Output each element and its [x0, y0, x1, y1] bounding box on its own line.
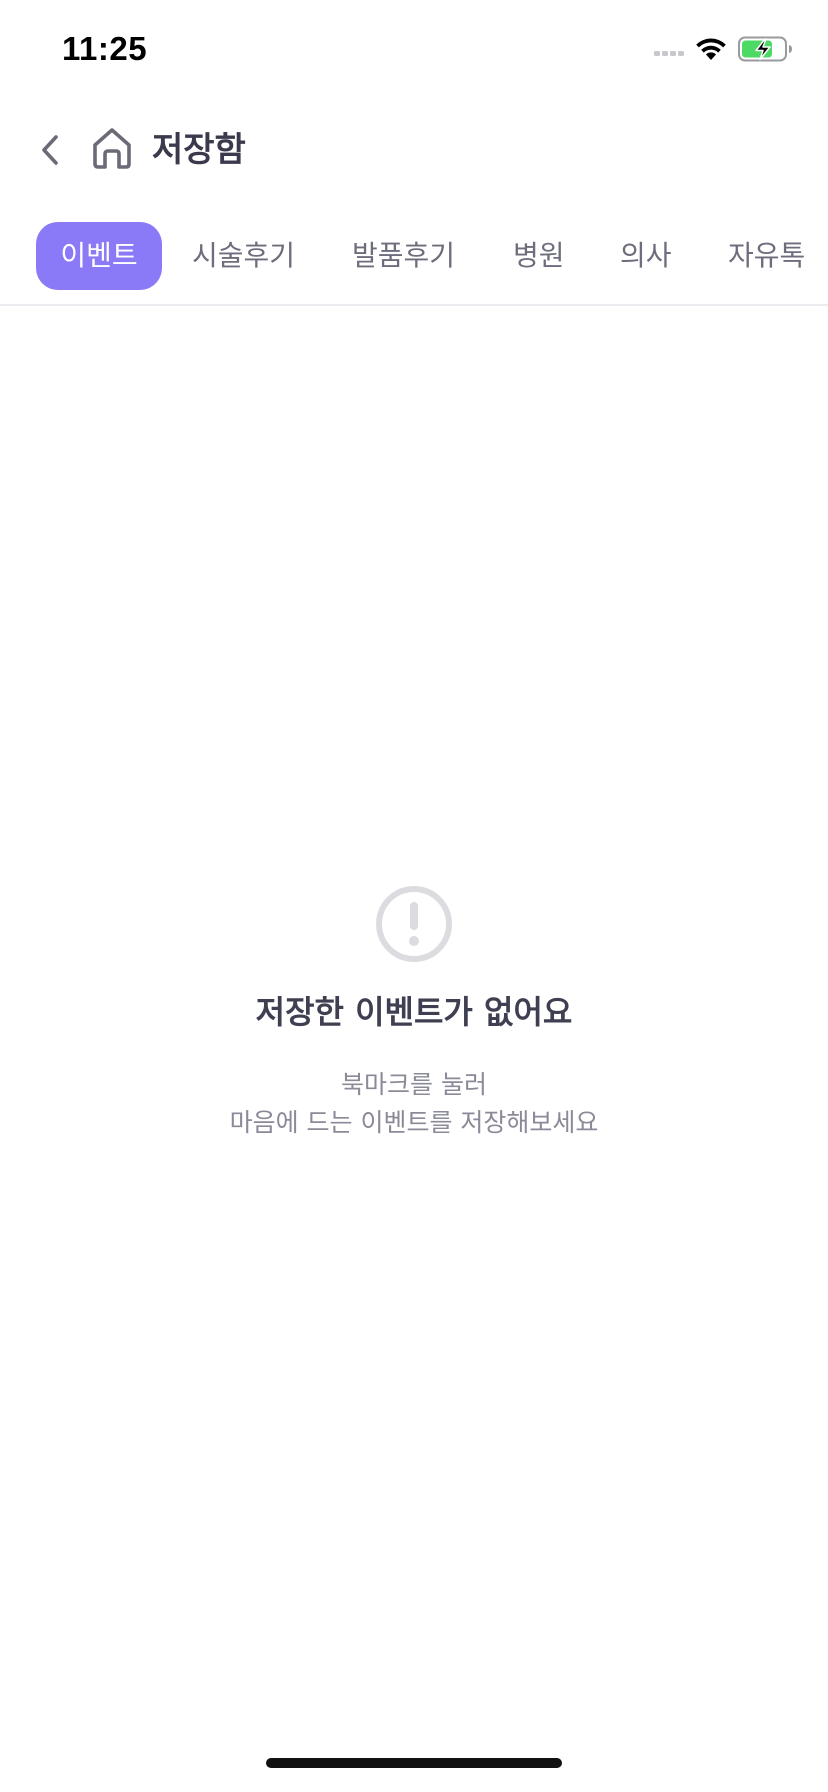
battery-charging-icon	[738, 36, 792, 62]
tab-free-talk[interactable]: 자유톡	[728, 222, 805, 290]
header: 저장함	[0, 110, 828, 190]
status-icons	[654, 34, 794, 64]
home-icon	[93, 128, 131, 169]
tab-event[interactable]: 이벤트	[36, 222, 162, 290]
category-tabs: 이벤트 시술후기 발품후기 병원 의사 자유톡	[0, 220, 828, 306]
tab-hospital[interactable]: 병원	[513, 222, 565, 290]
home-indicator[interactable]	[266, 1758, 562, 1768]
empty-state-description-line-2: 마음에 드는 이벤트를 저장해보세요	[229, 1108, 599, 1137]
empty-state-description: 북마크를 눌러 마음에 드는 이벤트를 저장해보세요	[0, 1066, 828, 1142]
chevron-left-icon	[42, 135, 58, 165]
empty-state-description-line-1: 북마크를 눌러	[341, 1070, 487, 1099]
cellular-signal-icon	[654, 51, 684, 56]
back-button[interactable]	[28, 128, 72, 172]
tab-treatment-review[interactable]: 시술후기	[192, 222, 295, 290]
tab-doctor[interactable]: 의사	[620, 222, 672, 290]
status-bar: 11:25	[0, 0, 828, 100]
home-button[interactable]	[88, 124, 136, 172]
page-title: 저장함	[152, 130, 246, 170]
wifi-icon	[696, 38, 726, 60]
status-time: 11:25	[62, 30, 148, 67]
tab-visit-review[interactable]: 발품후기	[352, 222, 455, 290]
exclamation-circle-icon	[376, 886, 452, 962]
empty-state-title: 저장한 이벤트가 없어요	[255, 993, 573, 1031]
